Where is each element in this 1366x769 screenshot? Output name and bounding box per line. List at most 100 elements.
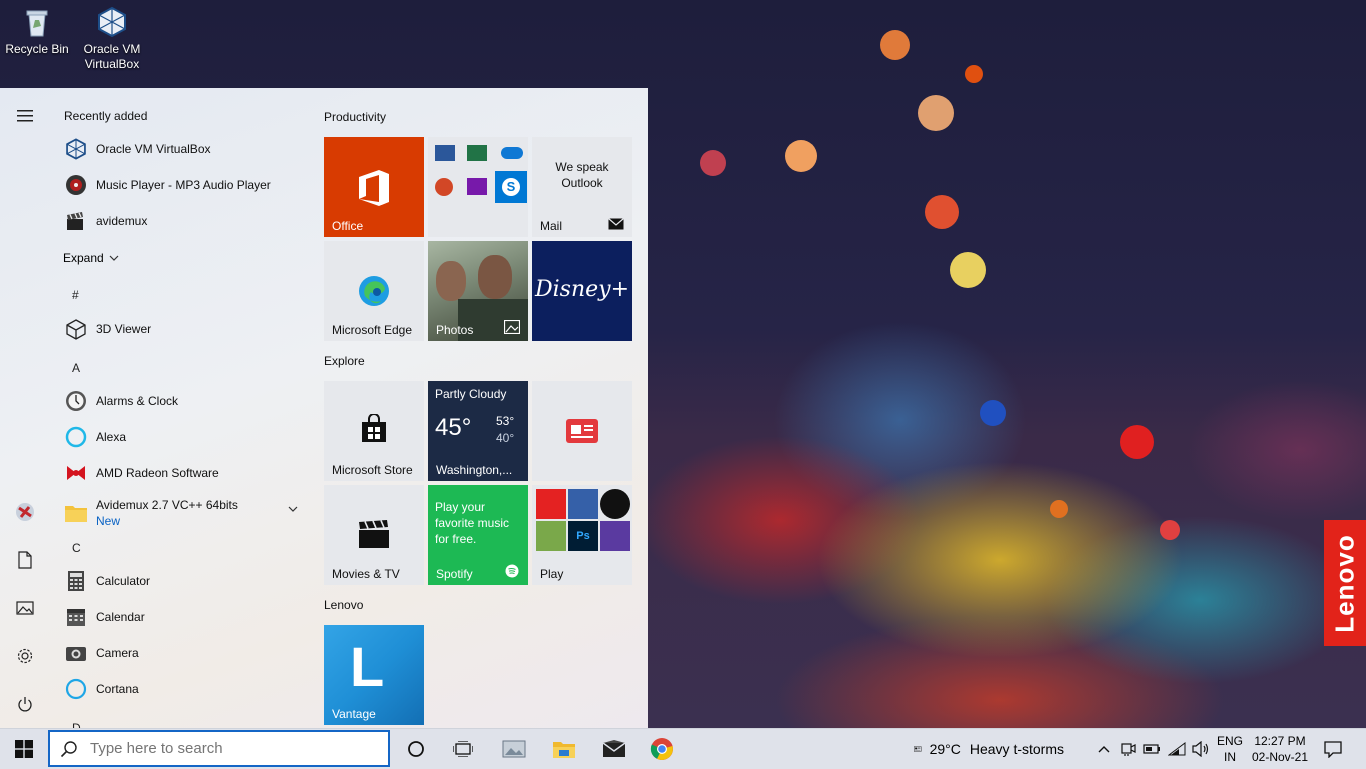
taskbar-app-photos-viewer[interactable] [490, 729, 538, 769]
tile-spotify[interactable]: Play your favorite music for free. Spoti… [428, 485, 528, 585]
spotify-promo-text: Play your favorite music for free. [435, 500, 510, 546]
input-language-button[interactable]: ENG IN [1214, 729, 1246, 769]
powerpoint-icon [435, 178, 453, 196]
letter-header-d[interactable]: D [72, 721, 81, 728]
power-button[interactable] [13, 692, 37, 716]
roblox-icon [536, 489, 566, 519]
app-name: Cortana [96, 682, 139, 696]
battery-icon[interactable] [1141, 729, 1163, 769]
wifi-icon[interactable] [1166, 729, 1188, 769]
search-icon [60, 740, 77, 757]
app-name: Alarms & Clock [96, 394, 179, 408]
tile-edge[interactable]: Microsoft Edge [324, 241, 424, 341]
tile-disney-plus[interactable]: Disney+ [532, 241, 632, 341]
recycle-bin-desktop-icon[interactable]: Recycle Bin [1, 0, 73, 57]
cortana-icon [64, 677, 88, 701]
new-badge: New [96, 514, 121, 528]
app-row-music-player[interactable]: Music Player - MP3 Audio Player [64, 169, 302, 201]
task-view-button[interactable] [440, 729, 486, 769]
app-row-calculator[interactable]: Calculator [64, 565, 302, 597]
chrome-icon [650, 738, 673, 760]
app-row-virtualbox[interactable]: Oracle VM VirtualBox [64, 133, 302, 165]
chevron-down-icon [288, 506, 298, 512]
group-productivity[interactable]: Productivity [324, 110, 386, 124]
store-icon [362, 414, 386, 442]
tile-microsoft-store[interactable]: Microsoft Store [324, 381, 424, 481]
settings-button[interactable] [13, 644, 37, 668]
app-row-alexa[interactable]: Alexa [64, 421, 302, 453]
taskbar-search-box[interactable] [48, 730, 390, 767]
recently-added-heading: Recently added [64, 109, 148, 123]
weather-location: Washington,... [436, 463, 513, 477]
tile-label: Office [332, 219, 364, 233]
tile-office-apps[interactable]: S [428, 137, 528, 237]
meet-now-icon[interactable] [1117, 729, 1139, 769]
news-icon [566, 419, 598, 443]
taskbar-app-file-explorer[interactable] [540, 729, 588, 769]
lenovo-wallpaper-badge: Lenovo [1324, 520, 1366, 646]
document-icon [18, 551, 32, 569]
clapperboard-icon [359, 520, 389, 548]
tile-play[interactable]: Ps Play [532, 485, 632, 585]
mail-promo-text: We speak Outlook [555, 160, 609, 190]
notification-icon [1324, 740, 1342, 758]
letter-header-a[interactable]: A [72, 361, 80, 375]
group-lenovo[interactable]: Lenovo [324, 598, 363, 612]
group-explore[interactable]: Explore [324, 354, 365, 368]
taskbar-app-chrome[interactable] [638, 729, 686, 769]
taskbar-weather-widget[interactable]: 29°C Heavy t-storms [914, 729, 1064, 769]
photos-icon [504, 320, 520, 334]
camera-icon [64, 641, 88, 665]
letter-header-c[interactable]: C [72, 541, 81, 555]
user-account-button[interactable] [13, 500, 37, 524]
virtualbox-desktop-icon[interactable]: Oracle VM VirtualBox [76, 0, 148, 72]
hamburger-menu-button[interactable] [13, 104, 37, 128]
word-icon [435, 145, 455, 161]
tile-photos[interactable]: Photos [428, 241, 528, 341]
mail-icon [608, 218, 624, 230]
cortana-button[interactable] [393, 729, 439, 769]
picture-icon [16, 601, 34, 615]
documents-button[interactable] [13, 548, 37, 572]
app-row-calendar[interactable]: Calendar [64, 601, 302, 633]
app-row-camera[interactable]: Camera [64, 637, 302, 669]
skype-icon: S [495, 171, 527, 203]
volume-icon[interactable] [1190, 729, 1212, 769]
start-button[interactable] [0, 729, 48, 769]
expand-button[interactable]: Expand [63, 251, 119, 265]
weather-current-temp: 45° [435, 414, 472, 441]
alexa-icon [64, 425, 88, 449]
app-name: Alexa [96, 430, 127, 444]
tile-movies-tv[interactable]: Movies & TV [324, 485, 424, 585]
onenote-icon [467, 178, 487, 195]
cortana-circle-icon [408, 741, 424, 757]
app-row-cortana[interactable]: Cortana [64, 673, 302, 705]
clock-time: 12:27 PM [1254, 734, 1306, 748]
letter-header-hash[interactable]: # [72, 288, 79, 302]
app-name: Music Player - MP3 Audio Player [96, 178, 271, 192]
chevron-up-icon [1098, 746, 1110, 753]
newspaper-icon [914, 746, 922, 752]
app-row-avidemux[interactable]: avidemux [64, 205, 302, 237]
clock-button[interactable]: 12:27 PM 02-Nov-21 [1248, 729, 1312, 769]
edge-icon [359, 276, 389, 306]
app-row-alarms-clock[interactable]: Alarms & Clock [64, 385, 302, 417]
app-row-3d-viewer[interactable]: 3D Viewer [64, 313, 302, 345]
tile-label: Microsoft Edge [332, 323, 413, 337]
weather-temp: 29°C [929, 741, 961, 757]
tile-mail[interactable]: We speak Outlook Mail [532, 137, 632, 237]
pictures-button[interactable] [13, 596, 37, 620]
show-hidden-icons-button[interactable] [1094, 729, 1114, 769]
tile-weather[interactable]: Partly Cloudy 45° 53° 40° Washington,... [428, 381, 528, 481]
app-row-amd-radeon[interactable]: AMD Radeon Software [64, 457, 302, 489]
folder-icon [553, 742, 575, 758]
tile-label: Play [540, 567, 564, 581]
taskbar-app-mail[interactable] [590, 729, 638, 769]
photo-person-right [478, 255, 512, 299]
tile-lenovo-vantage[interactable]: L Vantage [324, 625, 424, 725]
action-center-button[interactable] [1318, 729, 1348, 769]
app-row-avidemux-folder[interactable]: Avidemux 2.7 VC++ 64bits New [64, 493, 302, 533]
search-input[interactable] [88, 739, 382, 758]
tile-office[interactable]: Office [324, 137, 424, 237]
tile-news[interactable] [532, 381, 632, 481]
